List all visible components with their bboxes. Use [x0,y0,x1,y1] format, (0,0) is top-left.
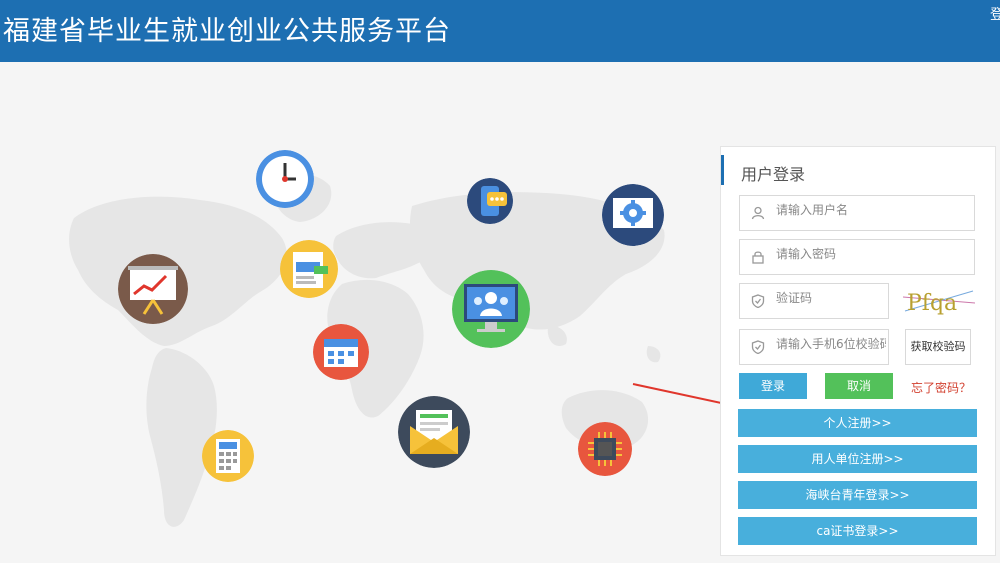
header-corner-text[interactable]: 登 [990,4,1000,24]
taiwan-youth-login-button[interactable]: 海峡台青年登录>> [738,481,977,509]
captcha-field[interactable] [739,283,889,319]
captcha-text: Pfqa [907,291,957,316]
shield-icon [751,340,765,354]
presentation-chart-icon [118,254,188,324]
user-icon [751,206,765,220]
username-input[interactable] [774,202,888,218]
team-monitor-icon [452,270,530,348]
password-input[interactable] [774,246,888,262]
clock-icon [256,150,314,208]
gear-icon [602,184,664,246]
site-title: 福建省毕业生就业创业公共服务平台 [3,16,451,47]
login-panel-title: 用户登录 [741,165,806,184]
captcha-input[interactable] [774,290,888,306]
document-icon [280,240,338,298]
calendar-icon [313,324,369,380]
calculator-icon [202,430,254,482]
employer-register-button[interactable]: 用人单位注册>> [738,445,977,473]
phone-code-field[interactable] [739,329,889,365]
captcha-image[interactable]: Pfqa [903,283,975,319]
chip-icon [578,422,632,476]
ca-certificate-login-button[interactable]: ca证书登录>> [738,517,977,545]
forgot-password-link[interactable]: 忘了密码？ [911,379,971,396]
phone-code-input[interactable] [774,336,888,352]
login-button[interactable]: 登录 [739,373,807,399]
cancel-button[interactable]: 取消 [825,373,893,399]
password-field[interactable] [739,239,975,275]
phone-chat-icon [467,178,513,224]
get-code-button[interactable]: 获取校验码 [905,329,971,365]
envelope-icon [398,396,470,468]
username-field[interactable] [739,195,975,231]
login-panel: 用户登录 Pfqa 获取校验码 登录 取消 [720,146,996,556]
personal-register-button[interactable]: 个人注册>> [738,409,977,437]
lock-icon [752,251,764,264]
header-bar: 福建省毕业生就业创业公共服务平台 登 [0,0,1000,62]
shield-icon [751,294,765,308]
title-accent-bar [721,155,724,185]
